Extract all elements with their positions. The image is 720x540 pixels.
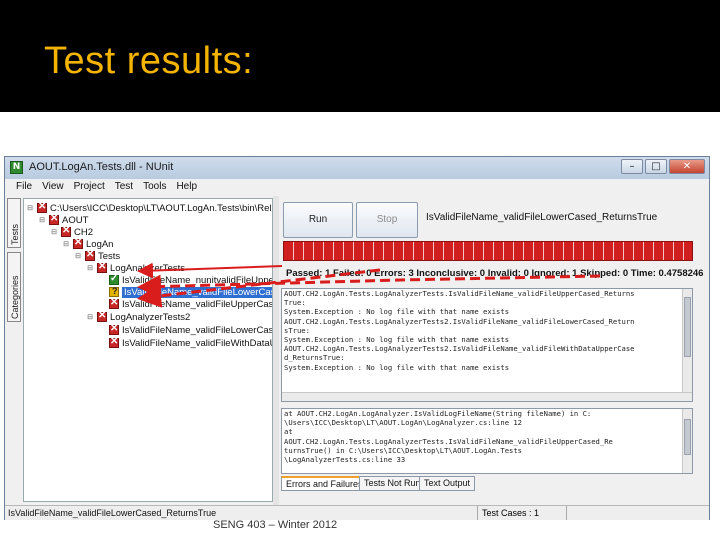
slide-footer: SENG 403 – Winter 2012 [213, 519, 338, 531]
annotation-arrow-passed [137, 262, 283, 279]
annotation-arrow-ignored [137, 274, 601, 299]
annotation-overlay [137, 262, 601, 308]
